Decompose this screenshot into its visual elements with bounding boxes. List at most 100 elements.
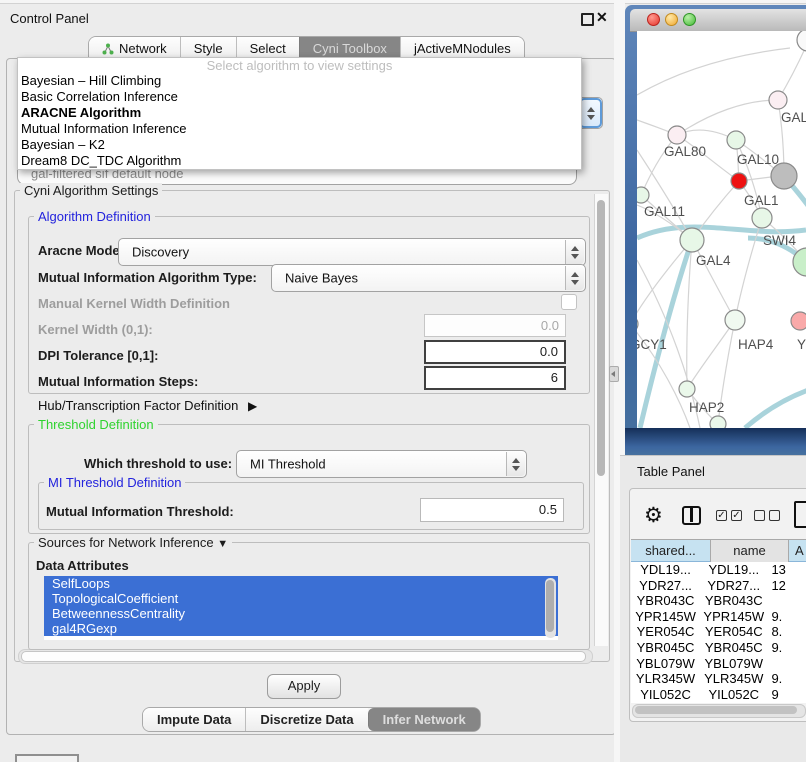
node-label: GAL <box>781 110 806 125</box>
attribute-list-item[interactable]: gal4RGexp <box>44 621 558 636</box>
network-node[interactable] <box>637 187 649 203</box>
table-cell: 9. <box>767 640 806 656</box>
network-window-titlebar[interactable] <box>630 9 806 32</box>
table-cell: YDL19... <box>700 562 767 578</box>
network-node[interactable] <box>725 310 745 330</box>
data-attributes-list: SelfLoopsTopologicalCoefficientBetweenne… <box>44 576 558 640</box>
tab-impute-data[interactable]: Impute Data <box>143 708 245 731</box>
attribute-list-item[interactable]: SelfLoops <box>44 576 558 591</box>
scrollbar-thumb[interactable] <box>635 706 797 714</box>
manual-kernel-checkbox[interactable] <box>561 294 577 310</box>
select-all-checks-icon[interactable]: ✓✓ <box>716 510 742 521</box>
export-table-icon[interactable] <box>794 501 806 528</box>
minimize-window-icon[interactable] <box>665 13 678 26</box>
network-edge[interactable] <box>637 240 692 324</box>
column-header-clipped[interactable]: A <box>789 540 806 563</box>
network-node[interactable] <box>680 228 704 252</box>
network-node[interactable] <box>727 131 745 149</box>
tab-infer-network[interactable]: Infer Network <box>368 708 480 731</box>
algorithm-option[interactable]: Mutual Information Inference <box>18 121 581 137</box>
network-node[interactable] <box>791 312 806 330</box>
attribute-list-item[interactable]: TopologicalCoefficient <box>44 591 558 606</box>
table-cell: YER054C <box>631 624 700 640</box>
table-row[interactable]: YBL079WYBL079W <box>631 656 806 672</box>
attribute-list-item[interactable]: BetweennessCentrality <box>44 606 558 621</box>
network-edge[interactable] <box>677 100 778 135</box>
combo-stepper[interactable] <box>565 266 584 290</box>
algorithm-option[interactable]: Bayesian – Hill Climbing <box>18 73 581 89</box>
scrollbar-thumb[interactable] <box>597 200 605 476</box>
network-edge[interactable] <box>687 240 692 389</box>
column-header-name[interactable]: name <box>711 540 789 563</box>
table-row[interactable]: YPR145WYPR145W9. <box>631 609 806 625</box>
down-arrow-icon <box>587 115 595 120</box>
network-edge[interactable] <box>745 388 806 428</box>
which-threshold-combo[interactable]: MI Threshold <box>236 450 527 478</box>
network-canvas[interactable]: GALGAL80GAL10GAL1GAL11SWI4GAL4GCY1HAP4YH… <box>637 31 806 428</box>
aracne-mode-combo[interactable]: Discovery <box>118 238 586 266</box>
table-row[interactable]: YBR043CYBR043C <box>631 593 806 609</box>
scrollbar-thumb[interactable] <box>546 580 554 632</box>
settings-vertical-scrollbar[interactable] <box>594 194 608 646</box>
mi-steps-field[interactable]: 6 <box>424 366 566 390</box>
settings-horizontal-scrollbar[interactable] <box>18 649 593 664</box>
deselect-all-checks-icon[interactable] <box>754 510 780 521</box>
mi-threshold-field[interactable]: 0.5 <box>420 498 564 522</box>
network-node[interactable] <box>679 381 695 397</box>
table-settings-gear-icon[interactable]: ⚙ <box>644 503 663 528</box>
sources-legend[interactable]: Sources for Network Inference ▼ <box>34 535 232 550</box>
network-edge[interactable] <box>640 240 692 428</box>
table-panel-title: Table Panel <box>637 464 705 479</box>
mi-type-combo[interactable]: Naive Bayes <box>271 264 586 292</box>
algorithm-option[interactable]: Basic Correlation Inference <box>18 89 581 105</box>
panel-splitter-handle[interactable] <box>609 366 619 382</box>
table-row[interactable]: YDR27...YDR27...12 <box>631 578 806 594</box>
network-node[interactable] <box>637 316 638 332</box>
node-label: GAL1 <box>744 193 779 208</box>
close-window-icon[interactable] <box>647 13 660 26</box>
close-panel-icon[interactable]: ✕ <box>596 9 608 26</box>
dpi-tolerance-field[interactable]: 0.0 <box>424 340 566 364</box>
table-row[interactable]: YBR045CYBR045C9. <box>631 640 806 656</box>
algorithm-option[interactable]: Bayesian – K2 <box>18 137 581 153</box>
network-node[interactable] <box>731 173 747 189</box>
window-bottom-frame <box>625 428 806 455</box>
table-row[interactable]: YIL052CYIL052C9 <box>631 687 806 703</box>
float-panel-icon[interactable] <box>581 13 594 26</box>
table-cell: YPR145W <box>631 609 700 625</box>
node-label: Y <box>797 337 806 352</box>
show-columns-icon[interactable] <box>682 506 701 525</box>
column-header-shared-name[interactable]: shared... <box>631 540 711 563</box>
table-row[interactable]: YLR345WYLR345W9. <box>631 671 806 687</box>
attribute-list-scrollbar[interactable] <box>545 578 556 638</box>
table-horizontal-scrollbar[interactable] <box>632 704 806 718</box>
zoom-window-icon[interactable] <box>683 13 696 26</box>
kernel-width-field[interactable]: 0.0 <box>424 314 566 337</box>
network-node[interactable] <box>668 126 686 144</box>
network-edge[interactable] <box>778 42 806 100</box>
network-edge[interactable] <box>687 320 735 389</box>
network-node[interactable] <box>710 416 726 428</box>
network-node[interactable] <box>752 208 772 228</box>
network-node[interactable] <box>797 31 806 51</box>
table-row[interactable]: YDL19...YDL19...13 <box>631 562 806 578</box>
apply-button[interactable]: Apply <box>267 674 341 699</box>
algorithm-option[interactable]: ARACNE Algorithm <box>18 105 581 121</box>
network-node[interactable] <box>769 91 787 109</box>
combo-stepper[interactable] <box>565 240 584 264</box>
table-cell: 9 <box>767 687 806 703</box>
network-edge[interactable] <box>692 240 735 320</box>
network-edge[interactable] <box>637 48 790 95</box>
algorithm-option[interactable]: Dream8 DC_TDC Algorithm <box>18 153 581 169</box>
table-row[interactable]: YER054CYER054C8. <box>631 624 806 640</box>
collapse-down-icon: ▼ <box>217 538 228 550</box>
hub-section-toggle[interactable]: Hub/Transcription Factor Definition ▶ <box>38 398 257 413</box>
combo-stepper[interactable] <box>506 452 525 476</box>
tab-discretize-data[interactable]: Discretize Data <box>245 708 367 731</box>
table-cell: YIL052C <box>631 687 700 703</box>
combo-stepper[interactable] <box>579 98 602 128</box>
network-icon <box>102 43 114 55</box>
up-arrow-icon <box>587 107 595 112</box>
scrollbar-thumb[interactable] <box>21 651 586 662</box>
bottom-left-fragment <box>15 754 79 762</box>
